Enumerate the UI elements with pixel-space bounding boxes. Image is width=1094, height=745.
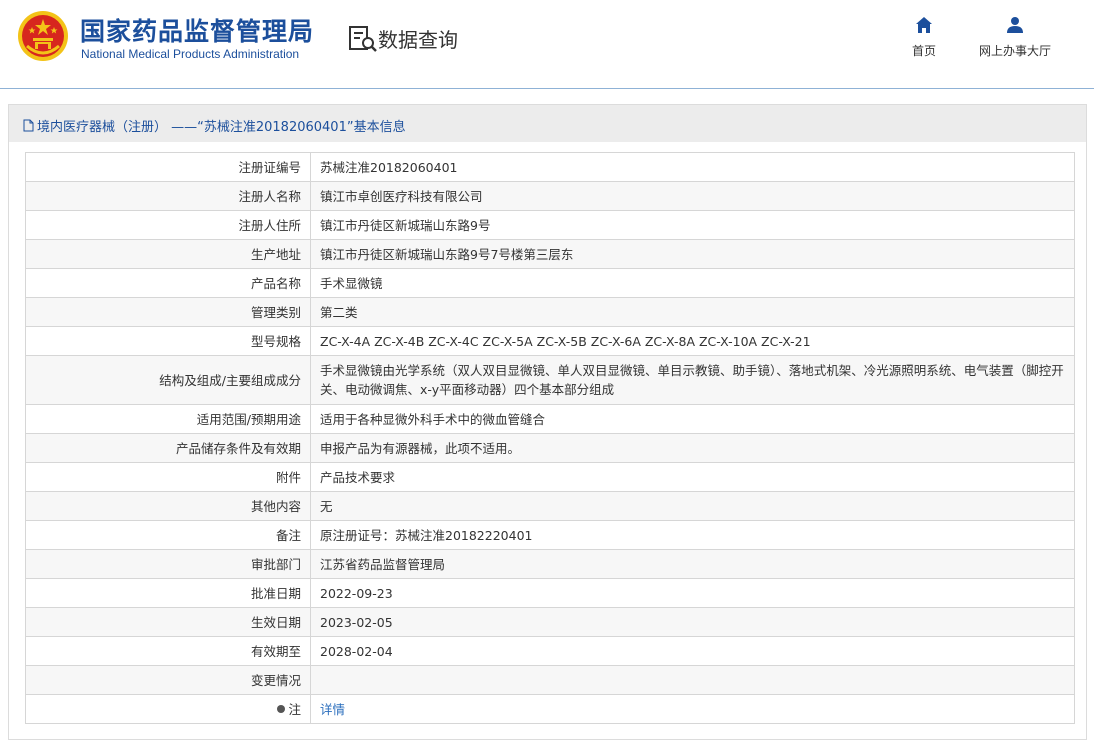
row-label: 变更情况 [25, 665, 311, 695]
user-icon [1007, 17, 1023, 33]
row-value: 原注册证号：苏械注准20182220401 [310, 520, 1075, 550]
table-row: 有效期至 2028-02-04 [25, 636, 1075, 666]
table-row: 型号规格 ZC-X-4A ZC-X-4B ZC-X-4C ZC-X-5A ZC-X… [25, 326, 1075, 356]
row-label: 产品名称 [25, 268, 311, 298]
row-value: 产品技术要求 [310, 462, 1075, 492]
table-row: 注册人名称 镇江市卓创医疗科技有限公司 [25, 181, 1075, 211]
row-label: 结构及组成/主要组成成分 [25, 355, 311, 405]
registration-info-table: 注册证编号 苏械注准20182060401 注册人名称 镇江市卓创医疗科技有限公司 … [25, 152, 1075, 724]
note-value-cell: 详情 [310, 694, 1075, 724]
row-label: 有效期至 [25, 636, 311, 666]
note-label-cell: 注 [25, 694, 311, 724]
section-title: 数据查询 [378, 28, 458, 52]
table-row: 批准日期 2022-09-23 [25, 578, 1075, 608]
table-row: 变更情况 [25, 665, 1075, 695]
row-value: 镇江市丹徒区新城瑞山东路9号7号楼第三层东 [310, 239, 1075, 269]
row-value: 镇江市卓创医疗科技有限公司 [310, 181, 1075, 211]
details-link[interactable]: 详情 [320, 702, 345, 717]
panel-body: 注册证编号 苏械注准20182060401 注册人名称 镇江市卓创医疗科技有限公司 … [9, 142, 1086, 739]
row-value: 申报产品为有源器械，此项不适用。 [310, 433, 1075, 463]
table-row: 注册人住所 镇江市丹徒区新城瑞山东路9号 [25, 210, 1075, 240]
row-value: 江苏省药品监督管理局 [310, 549, 1075, 579]
info-panel: 境内医疗器械（注册） ——“苏械注准20182060401”基本信息 注册证编号… [8, 104, 1087, 740]
nav-online-service-hall[interactable]: 网上办事大厅 [968, 16, 1062, 59]
row-value: 2023-02-05 [310, 607, 1075, 637]
row-value: 苏械注准20182060401 [310, 152, 1075, 182]
row-label: 注册证编号 [25, 152, 311, 182]
header-divider [0, 88, 1094, 89]
table-row: 审批部门 江苏省药品监督管理局 [25, 549, 1075, 579]
logo-english-name: National Medical Products Administration [81, 47, 300, 61]
home-icon [916, 17, 932, 33]
row-value: 无 [310, 491, 1075, 521]
row-label: 批准日期 [25, 578, 311, 608]
row-label: 型号规格 [25, 326, 311, 356]
national-emblem-icon [18, 11, 68, 61]
table-row: 备注 原注册证号：苏械注准20182220401 [25, 520, 1075, 550]
row-label: 管理类别 [25, 297, 311, 327]
table-row: 附件 产品技术要求 [25, 462, 1075, 492]
nav-hall-label: 网上办事大厅 [978, 44, 1051, 58]
logo-chinese-name: 国家药品监督管理局 [80, 17, 315, 46]
table-row: 生产地址 镇江市丹徒区新城瑞山东路9号7号楼第三层东 [25, 239, 1075, 269]
table-row: 适用范围/预期用途 适用于各种显微外科手术中的微血管缝合 [25, 404, 1075, 434]
table-row: 注册证编号 苏械注准20182060401 [25, 152, 1075, 182]
row-value: 手术显微镜由光学系统（双人双目显微镜、单人双目显微镜、单目示教镜、助手镜）、落地… [310, 355, 1075, 405]
row-label: 其他内容 [25, 491, 311, 521]
table-row: 注 详情 [25, 694, 1075, 724]
row-value: 适用于各种显微外科手术中的微血管缝合 [310, 404, 1075, 434]
nav-home-label: 首页 [911, 44, 936, 58]
table-row: 产品储存条件及有效期 申报产品为有源器械，此项不适用。 [25, 433, 1075, 463]
row-label: 注册人住所 [25, 210, 311, 240]
bullet-icon [277, 705, 286, 713]
row-label: 附件 [25, 462, 311, 492]
row-value: 镇江市丹徒区新城瑞山东路9号 [310, 210, 1075, 240]
table-row: 产品名称 手术显微镜 [25, 268, 1075, 298]
row-label: 注册人名称 [25, 181, 311, 211]
table-row: 管理类别 第二类 [25, 297, 1075, 327]
row-label: 生效日期 [25, 607, 311, 637]
row-label: 生产地址 [25, 239, 311, 269]
document-icon [23, 119, 34, 132]
nav-home[interactable]: 首页 [898, 16, 950, 59]
data-query-icon [349, 26, 377, 52]
row-label: 适用范围/预期用途 [25, 404, 311, 434]
panel-title: 境内医疗器械（注册） ——“苏械注准20182060401”基本信息 [23, 116, 406, 135]
row-value: 2028-02-04 [310, 636, 1075, 666]
row-value: 第二类 [310, 297, 1075, 327]
panel-title-text: 境内医疗器械（注册） ——“苏械注准20182060401”基本信息 [37, 120, 406, 135]
site-header: 国家药品监督管理局 National Medical Products Admi… [0, 0, 1094, 88]
row-value [310, 665, 1075, 695]
table-row: 其他内容无 [25, 491, 1075, 521]
row-label: 产品储存条件及有效期 [25, 433, 311, 463]
table-row: 结构及组成/主要组成成分 手术显微镜由光学系统（双人双目显微镜、单人双目显微镜、单… [25, 355, 1075, 405]
row-label: 备注 [25, 520, 311, 550]
row-value: 2022-09-23 [310, 578, 1075, 608]
row-value: ZC-X-4A ZC-X-4B ZC-X-4C ZC-X-5A ZC-X-5B … [310, 326, 1075, 356]
row-value: 手术显微镜 [310, 268, 1075, 298]
row-label: 注 [288, 701, 301, 717]
row-label: 审批部门 [25, 549, 311, 579]
table-row: 生效日期 2023-02-05 [25, 607, 1075, 637]
